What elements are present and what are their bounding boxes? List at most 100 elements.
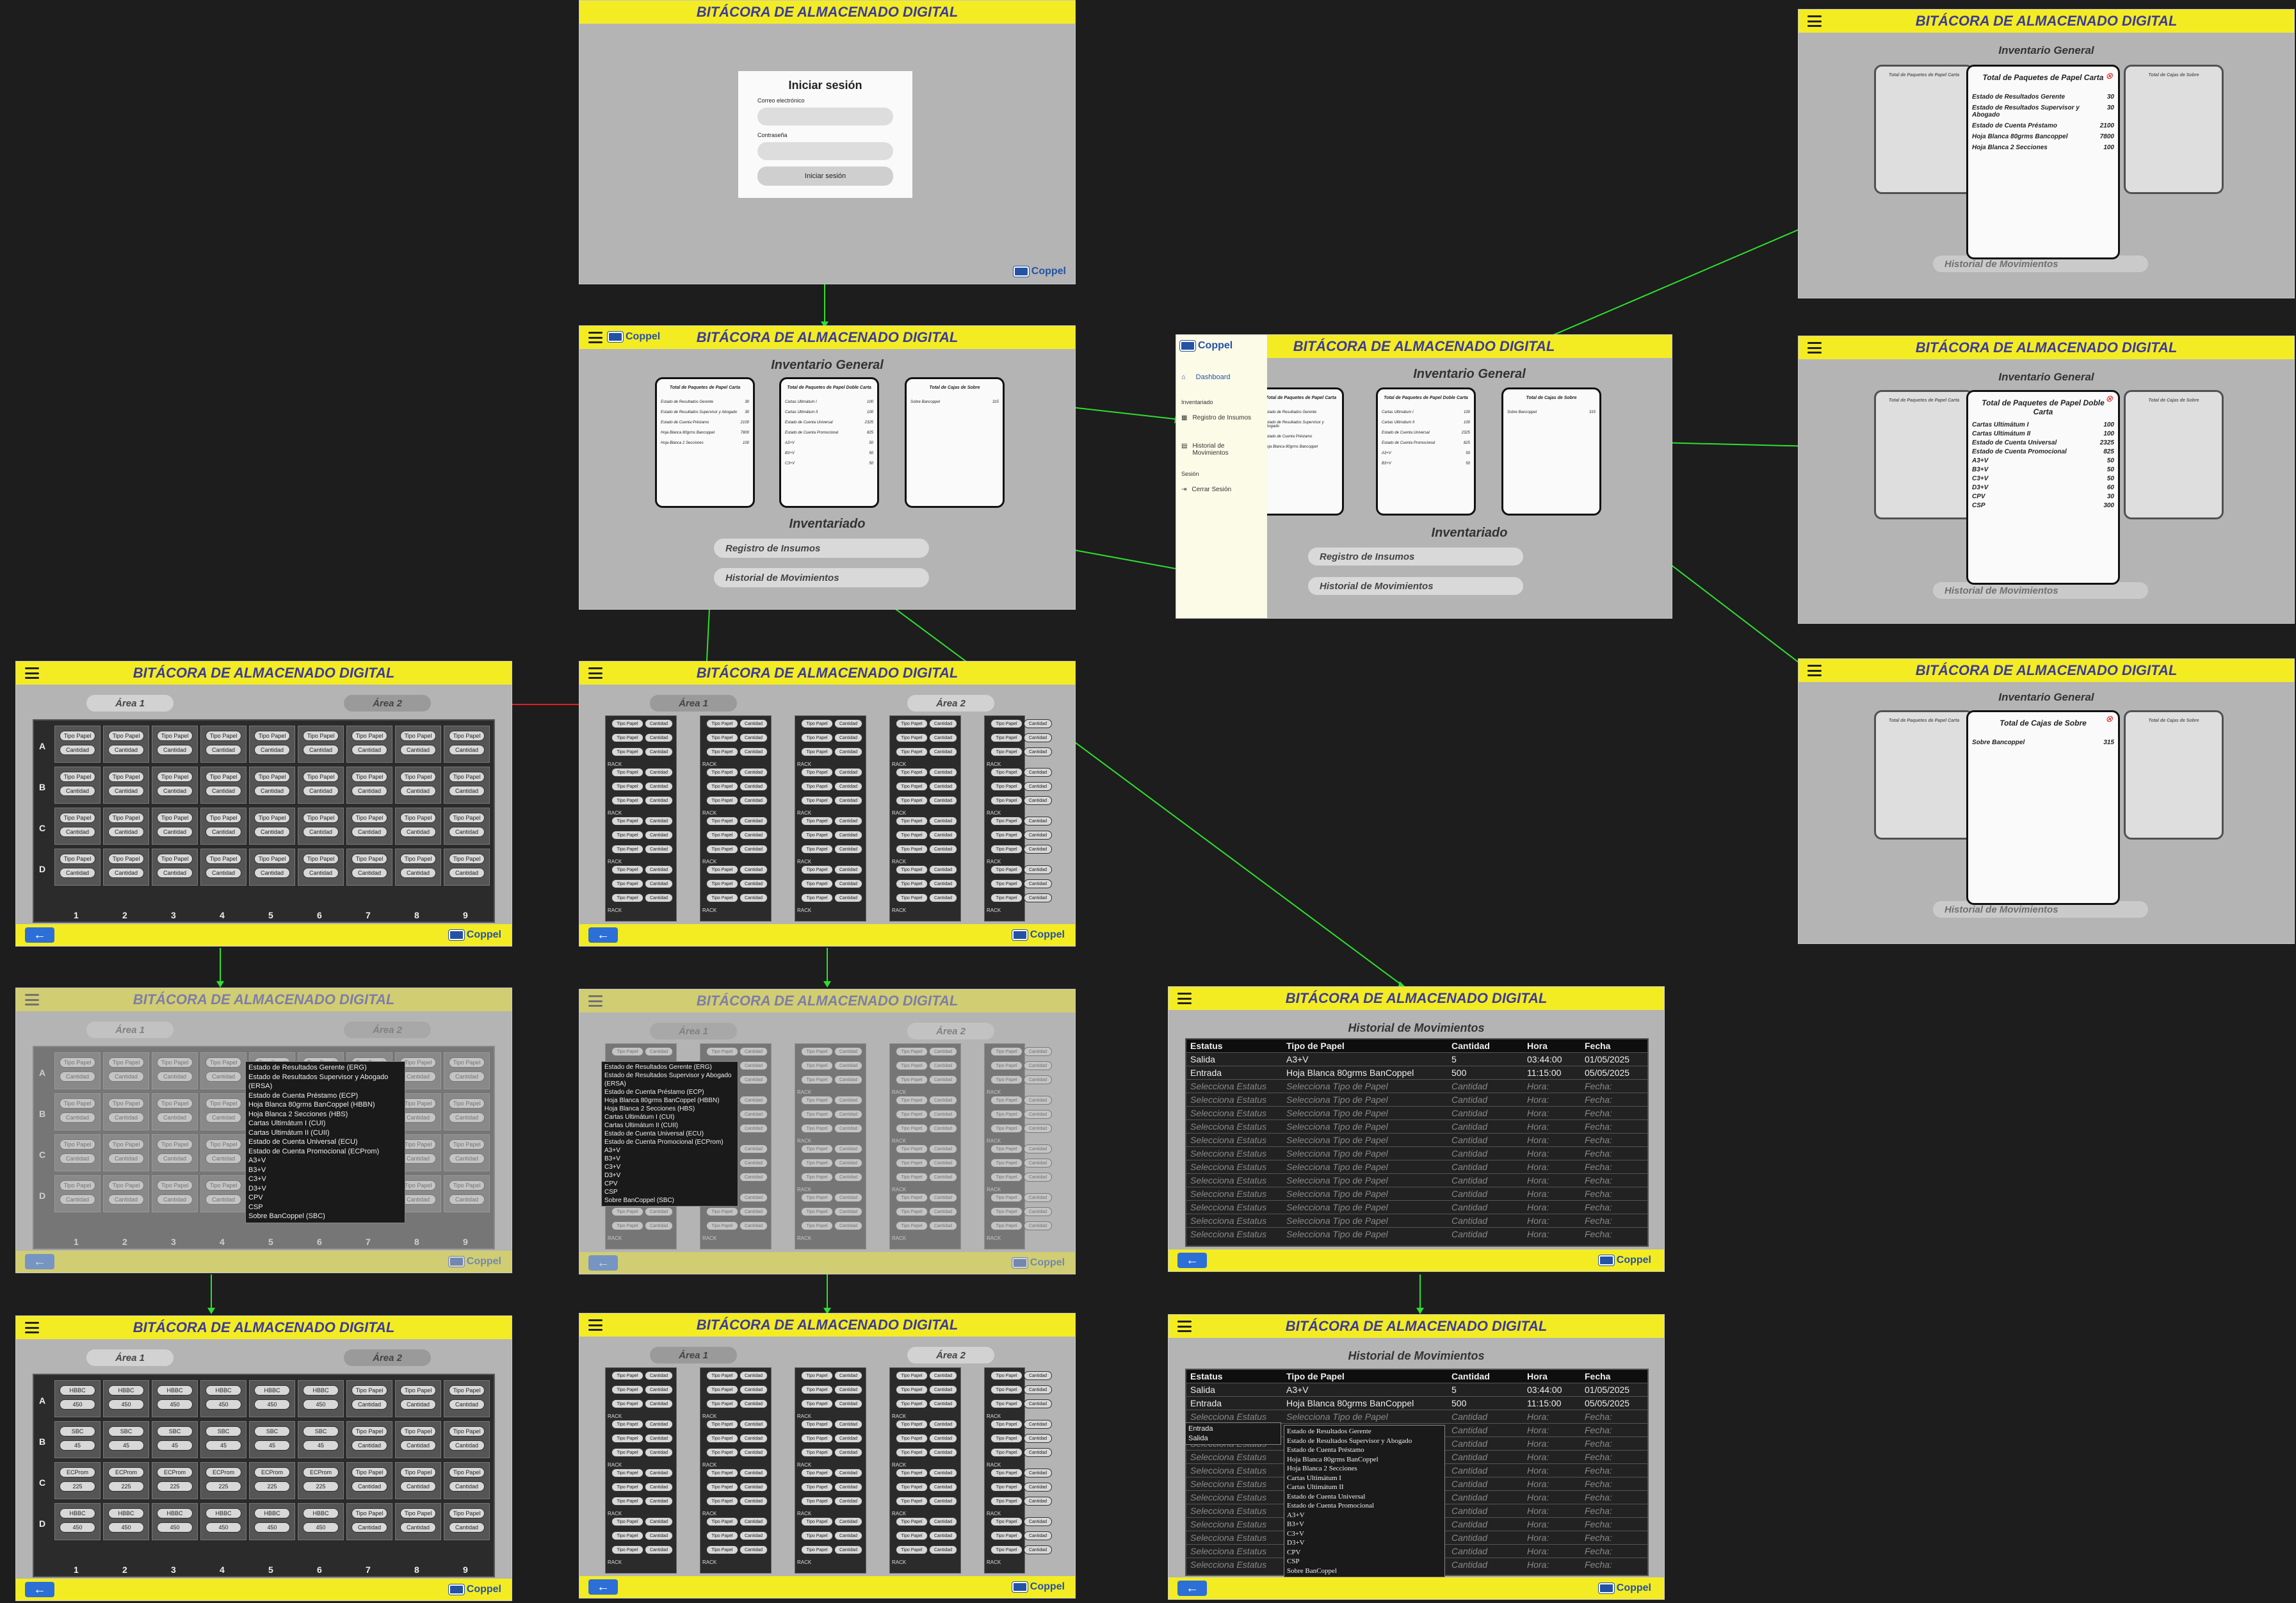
tipo-papel-field[interactable]: Tipo Papel [449, 1426, 485, 1436]
tipo-papel-field[interactable]: SBC [60, 1426, 95, 1436]
tipo-papel-field[interactable]: Tipo Papel [352, 772, 387, 782]
cantidad-field[interactable]: 225 [108, 1481, 144, 1492]
cantidad-field[interactable]: Cantidad [645, 817, 673, 826]
cantidad-field[interactable]: Cantidad [645, 768, 673, 777]
tipo-papel-field[interactable]: Tipo Papel [896, 1434, 928, 1443]
dropdown-option[interactable]: Estado de Cuenta Universal [1287, 1492, 1442, 1502]
tipo-papel-field[interactable]: Tipo Papel [352, 1508, 387, 1518]
tipo-papel-field[interactable]: Tipo Papel [706, 733, 738, 742]
tipo-papel-field[interactable]: Tipo Papel [896, 1469, 928, 1477]
cantidad-field[interactable]: Cantidad [645, 1399, 673, 1408]
tipo-papel-field[interactable]: HBBC [254, 1385, 290, 1396]
cantidad-field[interactable]: Cantidad [929, 879, 957, 888]
dropdown-option[interactable]: Estado de Cuenta Promocional [1287, 1501, 1442, 1511]
tipo-papel-field[interactable]: Tipo Papel [449, 813, 485, 823]
cantidad-field[interactable]: Cantidad [645, 1483, 673, 1492]
tipo-papel-field[interactable]: Tipo Papel [157, 813, 193, 823]
cantidad-field[interactable]: Cantidad [1024, 1531, 1052, 1540]
estatus-dropdown[interactable]: Entrada Salida [1185, 1422, 1281, 1445]
cantidad-field[interactable]: 450 [60, 1399, 95, 1410]
back-button[interactable]: ← [1177, 1581, 1207, 1596]
tipo-papel-field[interactable]: Tipo Papel [896, 1545, 928, 1554]
tipo-papel-field[interactable]: Tipo Papel [896, 733, 928, 742]
tipo-papel-field[interactable]: Tipo Papel [400, 854, 436, 864]
cantidad-field[interactable]: Cantidad [929, 1385, 957, 1394]
cantidad-field[interactable]: Cantidad [740, 1434, 768, 1443]
close-icon[interactable]: ⊗ [2105, 70, 2113, 81]
tipo-papel-field[interactable]: Tipo Papel [801, 865, 833, 874]
cantidad-field[interactable]: Cantidad [157, 786, 193, 796]
tipo-papel-field[interactable]: Tipo Papel [254, 813, 290, 823]
tipo-papel-field[interactable]: Tipo Papel [449, 731, 485, 741]
tipo-papel-dropdown[interactable]: Estado de Resultados Gerente (ERG) Estado… [601, 1061, 738, 1207]
table-row[interactable]: Selecciona EstatusSelecciona Tipo de Pap… [1186, 1214, 1647, 1227]
historial-button[interactable]: Historial de Movimientos [714, 568, 929, 587]
tipo-papel-field[interactable]: ECProm [206, 1467, 241, 1477]
dropdown-option[interactable]: Cartas Ultimátum I (CUI) [604, 1113, 735, 1121]
cantidad-field[interactable]: Cantidad [929, 1517, 957, 1526]
cantidad-field[interactable]: Cantidad [740, 1399, 768, 1408]
cantidad-field[interactable]: Cantidad [645, 747, 673, 756]
tipo-papel-field[interactable]: Tipo Papel [990, 865, 1023, 874]
sidebar-registro[interactable]: ▦ Registro de Insumos [1181, 414, 1251, 421]
cantidad-field[interactable]: Cantidad [834, 1497, 862, 1506]
tipo-papel-field[interactable]: Tipo Papel [206, 854, 241, 864]
cantidad-field[interactable]: Cantidad [1024, 782, 1052, 791]
dropdown-option[interactable]: B3+V [604, 1155, 735, 1163]
cantidad-field[interactable]: Cantidad [645, 1545, 673, 1554]
tipo-papel-field[interactable]: Tipo Papel [60, 854, 95, 864]
tipo-papel-field[interactable]: HBBC [60, 1385, 95, 1396]
cantidad-field[interactable]: 45 [303, 1440, 339, 1451]
tipo-papel-field[interactable]: Tipo Papel [706, 1434, 738, 1443]
tipo-papel-field[interactable]: Tipo Papel [706, 1420, 738, 1429]
tipo-papel-field[interactable]: Tipo Papel [706, 782, 738, 791]
tipo-papel-field[interactable]: Tipo Papel [801, 733, 833, 742]
tipo-papel-field[interactable]: Tipo Papel [896, 1385, 928, 1394]
tipo-papel-field[interactable]: ECProm [157, 1467, 193, 1477]
tipo-papel-field[interactable]: Tipo Papel [896, 768, 928, 777]
dropdown-option[interactable]: Estado de Resultados Supervisor y Abogad… [248, 1073, 402, 1091]
cantidad-field[interactable]: Cantidad [400, 1522, 436, 1533]
menu-icon[interactable] [1807, 342, 1822, 354]
dropdown-option[interactable]: Estado de Resultados Supervisor y Abogad… [604, 1071, 735, 1088]
cantidad-field[interactable]: Cantidad [834, 719, 862, 728]
cantidad-field[interactable]: Cantidad [1024, 893, 1052, 902]
tipo-papel-field[interactable]: Tipo Papel [990, 1531, 1023, 1540]
tipo-papel-field[interactable]: Tipo Papel [801, 782, 833, 791]
menu-icon[interactable] [588, 332, 602, 343]
cantidad-field[interactable]: Cantidad [1024, 1497, 1052, 1506]
tipo-papel-field[interactable]: Tipo Papel [706, 879, 738, 888]
table-row[interactable]: Selecciona EstatusSelecciona Tipo de Pap… [1186, 1227, 1647, 1241]
menu-icon[interactable] [588, 1319, 602, 1331]
cantidad-field[interactable]: Cantidad [254, 868, 290, 878]
cantidad-field[interactable]: Cantidad [740, 1545, 768, 1554]
dropdown-option[interactable]: Estado de Resultados Gerente (ERG) [248, 1063, 402, 1073]
dropdown-option[interactable]: Estado de Resultados Supervisor y Abogad… [1287, 1436, 1442, 1446]
cantidad-field[interactable]: Cantidad [740, 719, 768, 728]
tipo-papel-field[interactable]: ECProm [108, 1467, 144, 1477]
tipo-papel-field[interactable]: Tipo Papel [611, 1371, 643, 1380]
tipo-papel-field[interactable]: Tipo Papel [801, 1399, 833, 1408]
tipo-papel-field[interactable]: HBBC [254, 1508, 290, 1518]
tipo-papel-field[interactable]: Tipo Papel [611, 733, 643, 742]
cantidad-field[interactable]: Cantidad [929, 733, 957, 742]
tipo-papel-field[interactable]: Tipo Papel [352, 813, 387, 823]
dropdown-option[interactable]: C3+V [248, 1175, 402, 1184]
tipo-papel-field[interactable]: Tipo Papel [801, 1371, 833, 1380]
tipo-papel-field[interactable]: Tipo Papel [611, 796, 643, 805]
tipo-papel-field[interactable]: Tipo Papel [990, 1399, 1023, 1408]
tipo-papel-field[interactable]: Tipo Papel [801, 1420, 833, 1429]
dropdown-option[interactable]: Cartas Ultimátum II [1287, 1483, 1442, 1492]
cantidad-field[interactable]: 225 [303, 1481, 339, 1492]
dropdown-option[interactable]: CPV [248, 1193, 402, 1203]
cantidad-field[interactable]: Cantidad [157, 868, 193, 878]
cantidad-field[interactable]: Cantidad [929, 845, 957, 854]
cantidad-field[interactable]: Cantidad [929, 782, 957, 791]
dropdown-option[interactable]: CPV [604, 1180, 735, 1188]
dropdown-option[interactable]: D3+V [604, 1171, 735, 1180]
cantidad-field[interactable]: 225 [60, 1481, 95, 1492]
dropdown-option[interactable]: B3+V [1287, 1520, 1442, 1529]
tipo-papel-field[interactable]: Tipo Papel [400, 731, 436, 741]
dropdown-option[interactable]: Estado de Cuenta Universal (ECU) [248, 1137, 402, 1147]
tipo-papel-field[interactable]: Tipo Papel [157, 854, 193, 864]
